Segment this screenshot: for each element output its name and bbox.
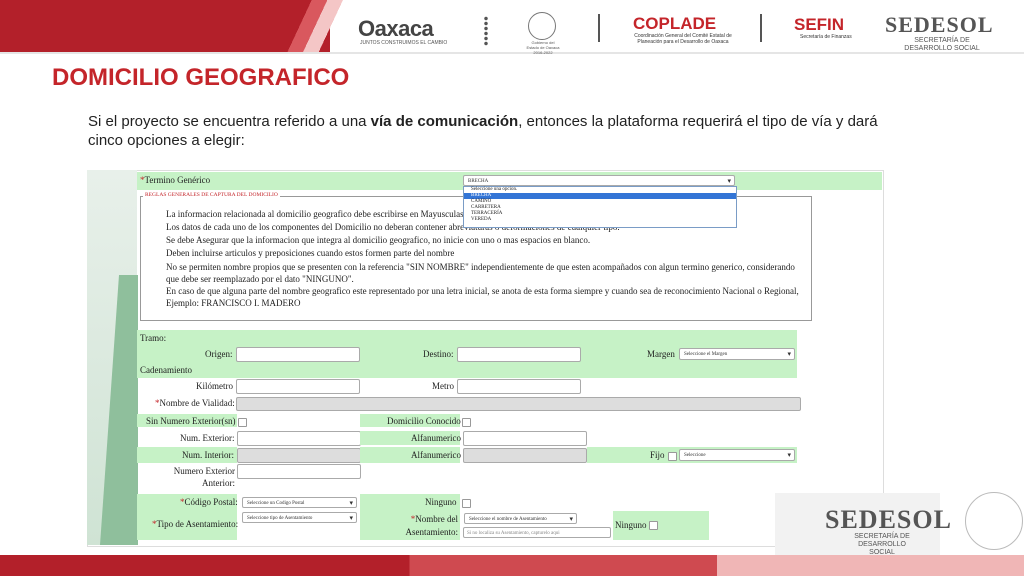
nombre-vialidad-input[interactable] [236,397,801,411]
metro-label: Metro [432,381,454,391]
numero-exterior-anterior-label: Numero Exterior Anterior: [173,466,235,488]
tramo-label: Tramo: [140,333,167,343]
ninguno-label-2: Ninguno [615,520,647,530]
destino-label: Destino: [423,349,454,359]
nombre-vialidad-label: *Nombre de Vialidad: [155,398,235,408]
state-seal-caption: Gobierno del Estado de Oaxaca 2016-2022 [526,40,560,55]
sefin-subtitle: Secretaría de Finanzas [800,34,852,40]
sefin-logo: SEFIN [794,15,845,34]
intro-text-bold: vía de comunicación [370,113,519,130]
tipo-asentamiento-label: *Tipo de Asentamiento: [152,519,239,529]
origen-label: Origen: [205,349,233,359]
sin-numero-label: Sin Numero Exterior(sn) [146,416,236,426]
dropdown-option[interactable]: VEREDA [464,217,736,223]
oaxaca-logo: Oaxaca [358,16,434,41]
alfanumerico-label: Alfanumerico [411,433,461,443]
termino-select[interactable]: BRECHA [463,175,735,187]
destino-input[interactable] [457,347,581,362]
num-exterior-label: Num. Exterior: [180,433,235,443]
rule-item: Se debe Asegurar que la informacion que … [166,235,591,245]
kilometro-label: Kilómetro [196,381,233,391]
rules-legend: REGLAS GENERALES DE CAPTURA DEL DOMICILI… [143,192,280,198]
footer-sedesol-subtitle: SECRETARÍA DE DESARROLLO SOCIAL [854,533,910,556]
rule-item: No se permiten nombre propios que se pre… [166,262,795,284]
sedesol-subtitle: SECRETARÍA DE DESARROLLO SOCIAL [904,37,980,52]
numero-exterior-anterior-input[interactable] [237,464,361,479]
num-interior-label: Num. Interior: [182,450,234,460]
national-seal-icon [965,492,1023,550]
nombre-asentamiento-label: *Nombre del Asentamiento: [405,514,459,537]
ninguno-label: Ninguno [425,497,457,507]
rule-item: En caso de que alguna parte del nombre g… [166,286,799,308]
oaxaca-logo-subtitle: JUNTOS CONSTRUIMOS EL CAMBIO [360,40,448,46]
num-interior-input[interactable] [237,448,361,463]
alfanumerico-input[interactable] [463,431,587,446]
num-exterior-input[interactable] [237,431,361,446]
coplade-subtitle: Coordinación General del Comité Estatal … [634,33,732,45]
dots-divider-icon [483,16,489,46]
codigo-postal-select[interactable]: Seleccione un Codigo Postal [242,497,357,509]
alfanumerico-input[interactable] [463,448,587,463]
alfanumerico-label: Alfanumerico [411,450,461,460]
header-separator [598,14,600,42]
state-seal-icon [528,12,556,40]
sedesol-logo: SEDESOL [885,12,994,37]
metro-input[interactable] [457,379,581,394]
origen-input[interactable] [236,347,360,362]
fijo-checkbox[interactable] [668,452,677,461]
domicilio-conocido-label: Domicilio Conocido [387,416,461,426]
header-stripe [270,0,350,52]
intro-text-1: Si el proyecto se encuentra referido a u… [88,113,371,130]
asentamiento-input[interactable]: Si no localiza su Asentamiento, capturel… [463,527,611,538]
fijo-select[interactable]: Seleccione [679,449,795,461]
termino-label: *Termino Genérico [140,175,211,185]
header-divider [0,52,1024,54]
footer-red-band [0,555,1024,576]
rule-item: Deben incluirse articulos y preposicione… [166,248,455,258]
margen-select[interactable]: Seleccione el Margen [679,348,795,360]
codigo-postal-label: *Código Postal: [180,497,238,507]
cadenamiento-label: Cadenamiento [140,365,192,375]
termino-dropdown-list[interactable]: Seleccione una opcion. BRECHA CAMINO CAR… [463,186,737,228]
domicilio-conocido-checkbox[interactable] [462,418,471,427]
coplade-logo: COPLADE [633,14,717,33]
footer-sedesol-logo: SEDESOL [825,505,952,534]
kilometro-input[interactable] [236,379,360,394]
fijo-label: Fijo [650,450,665,460]
ninguno-checkbox[interactable] [462,499,471,508]
margen-label: Margen [647,349,675,359]
nombre-asentamiento-select[interactable]: Seleccione el nombre de Asentamiento [464,513,577,525]
sin-numero-checkbox[interactable] [238,418,247,427]
page-title: DOMICILIO GEOGRAFICO [52,64,350,91]
intro-paragraph: Si el proyecto se encuentra referido a u… [88,112,908,150]
ninguno-checkbox-2[interactable] [649,521,658,530]
header-separator [760,14,762,42]
tipo-asentamiento-select[interactable]: Seleccione tipo de Asentamiento [242,512,357,524]
